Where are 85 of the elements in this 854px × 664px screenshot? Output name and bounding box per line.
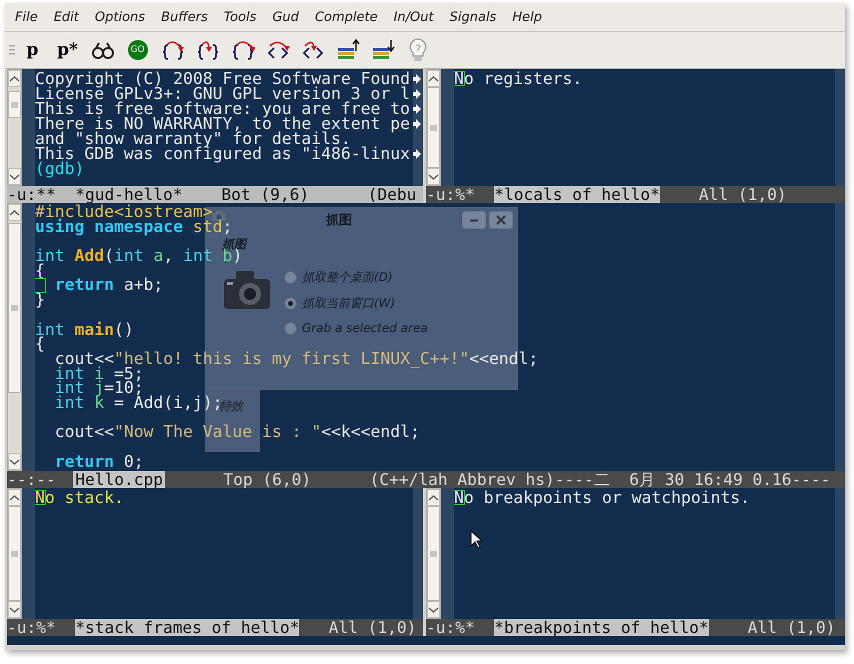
mode-line-status: --:-- xyxy=(7,471,57,488)
minimize-button[interactable] xyxy=(462,211,486,229)
scrollbar[interactable] xyxy=(426,488,441,619)
code-line: No stack. xyxy=(35,490,124,505)
toolbar-button[interactable]: p xyxy=(26,40,38,60)
mode-line-info: All (1,0) xyxy=(746,619,836,636)
scrollbar-thumb[interactable] xyxy=(427,87,440,168)
stack-down-icon[interactable] xyxy=(370,38,394,62)
close-button[interactable] xyxy=(489,211,513,229)
mode-line-status: -u:%* xyxy=(7,619,57,636)
menu-item[interactable]: Tools xyxy=(216,10,264,24)
menu-item[interactable]: Complete xyxy=(306,10,386,24)
code-line: #include<iostream> xyxy=(35,205,213,220)
mode-line-status: -u:%* xyxy=(426,186,476,203)
mode-line-info: All (1,0) xyxy=(698,186,787,203)
toolbar-grip-icon[interactable] xyxy=(9,44,15,56)
scrollbar[interactable] xyxy=(7,203,22,471)
scrollbar[interactable] xyxy=(7,488,22,619)
scroll-up-icon[interactable] xyxy=(9,208,20,216)
scrollbar-thumb[interactable] xyxy=(8,506,21,601)
code-line: return 0; xyxy=(54,454,144,470)
toolbar-button[interactable]: p* xyxy=(57,40,78,60)
menu-item[interactable]: Gud xyxy=(264,10,307,24)
code-line: No registers. xyxy=(454,71,582,86)
code-line: return a+b; xyxy=(35,278,164,294)
buffer-name: *breakpoints of hello* xyxy=(494,619,709,636)
menu-item[interactable]: File xyxy=(7,10,46,24)
code-line: } xyxy=(35,293,45,308)
buffer-name: Hello.cpp xyxy=(73,471,165,488)
code-line: This is free software: you are free to xyxy=(35,101,410,116)
menu-item[interactable]: Edit xyxy=(46,10,87,24)
menu-item[interactable]: In/Out xyxy=(386,10,442,24)
option-label: 抓取整个桌面(D) xyxy=(302,269,393,286)
scroll-up-icon[interactable] xyxy=(428,74,439,82)
buffer-name: *locals of hello* xyxy=(494,186,660,203)
scroll-down-icon[interactable] xyxy=(9,606,20,614)
code-line: int main() xyxy=(35,322,134,338)
code-line: and "show warranty" for details. xyxy=(35,131,351,146)
go-button[interactable]: GO xyxy=(128,40,148,60)
stack-up-icon[interactable] xyxy=(336,38,360,62)
scroll-up-icon[interactable] xyxy=(9,494,20,502)
scrollbar-thumb[interactable] xyxy=(8,91,21,118)
mode-line-info: Bot (9,6) (Debu xyxy=(220,186,416,203)
close-icon xyxy=(496,215,506,225)
code-line: This GDB was configured as "i486-linux xyxy=(35,146,410,161)
mouse-pointer-icon xyxy=(470,530,484,550)
code-line: There is NO WARRANTY, to the extent pe xyxy=(35,116,410,131)
scroll-up-icon[interactable] xyxy=(9,74,20,82)
menu-item[interactable]: Help xyxy=(504,10,550,24)
scrollbar[interactable] xyxy=(7,69,22,186)
menu-item[interactable]: Signals xyxy=(442,10,504,24)
menu-item[interactable]: Options xyxy=(86,10,154,24)
code-line: int i =5; xyxy=(54,366,144,382)
code-line: using namespace std; xyxy=(35,220,232,234)
scrollbar-thumb[interactable] xyxy=(8,223,21,393)
radio-button[interactable] xyxy=(284,271,297,284)
minimize-icon xyxy=(469,218,479,222)
scrollbar[interactable] xyxy=(426,69,441,186)
scroll-down-icon[interactable] xyxy=(428,606,439,614)
mode-line-info: All (1,0) xyxy=(328,619,416,636)
option-label: 抓取当前窗口(W) xyxy=(302,295,396,312)
radio-button[interactable] xyxy=(284,297,297,310)
mode-line-info: Top (6,0) (C++/lah Abbrev hs)----二 6月 30 16:49 0.16---- xyxy=(222,471,830,488)
scroll-down-icon[interactable] xyxy=(428,172,439,180)
dialog-heading: 抓图 xyxy=(222,238,246,251)
camera-icon xyxy=(212,211,226,221)
code-line: (gdb) xyxy=(35,161,84,176)
code-line: int Add(int a, int b) xyxy=(35,249,242,264)
menu-item[interactable]: Buffers xyxy=(153,10,216,24)
scroll-up-icon[interactable] xyxy=(428,494,439,502)
code-line: int j=10; xyxy=(54,381,144,396)
dialog-title: 抓图 xyxy=(326,212,352,229)
scroll-down-icon[interactable] xyxy=(9,172,20,180)
code-line: No breakpoints or watchpoints. xyxy=(454,490,750,505)
mode-line-status: -u:%* xyxy=(426,619,476,636)
code-line: cout<<"hello! this is my first LINUX_C++!"<<endl; xyxy=(54,352,538,367)
scroll-down-icon[interactable] xyxy=(9,458,20,466)
scrollbar-thumb[interactable] xyxy=(427,506,440,601)
buffer-name: *stack frames of hello* xyxy=(75,619,300,636)
code-line: Copyright (C) 2008 Free Software Found xyxy=(35,71,410,86)
code-line: cout<<"Now The Value is : "<<k<<endl; xyxy=(54,425,420,440)
code-line: { xyxy=(35,337,45,352)
mode-line-status: -u:** xyxy=(7,186,57,203)
code-line: License GPLv3+: GNU GPL version 3 or l xyxy=(35,86,410,101)
radio-button[interactable] xyxy=(284,322,297,334)
